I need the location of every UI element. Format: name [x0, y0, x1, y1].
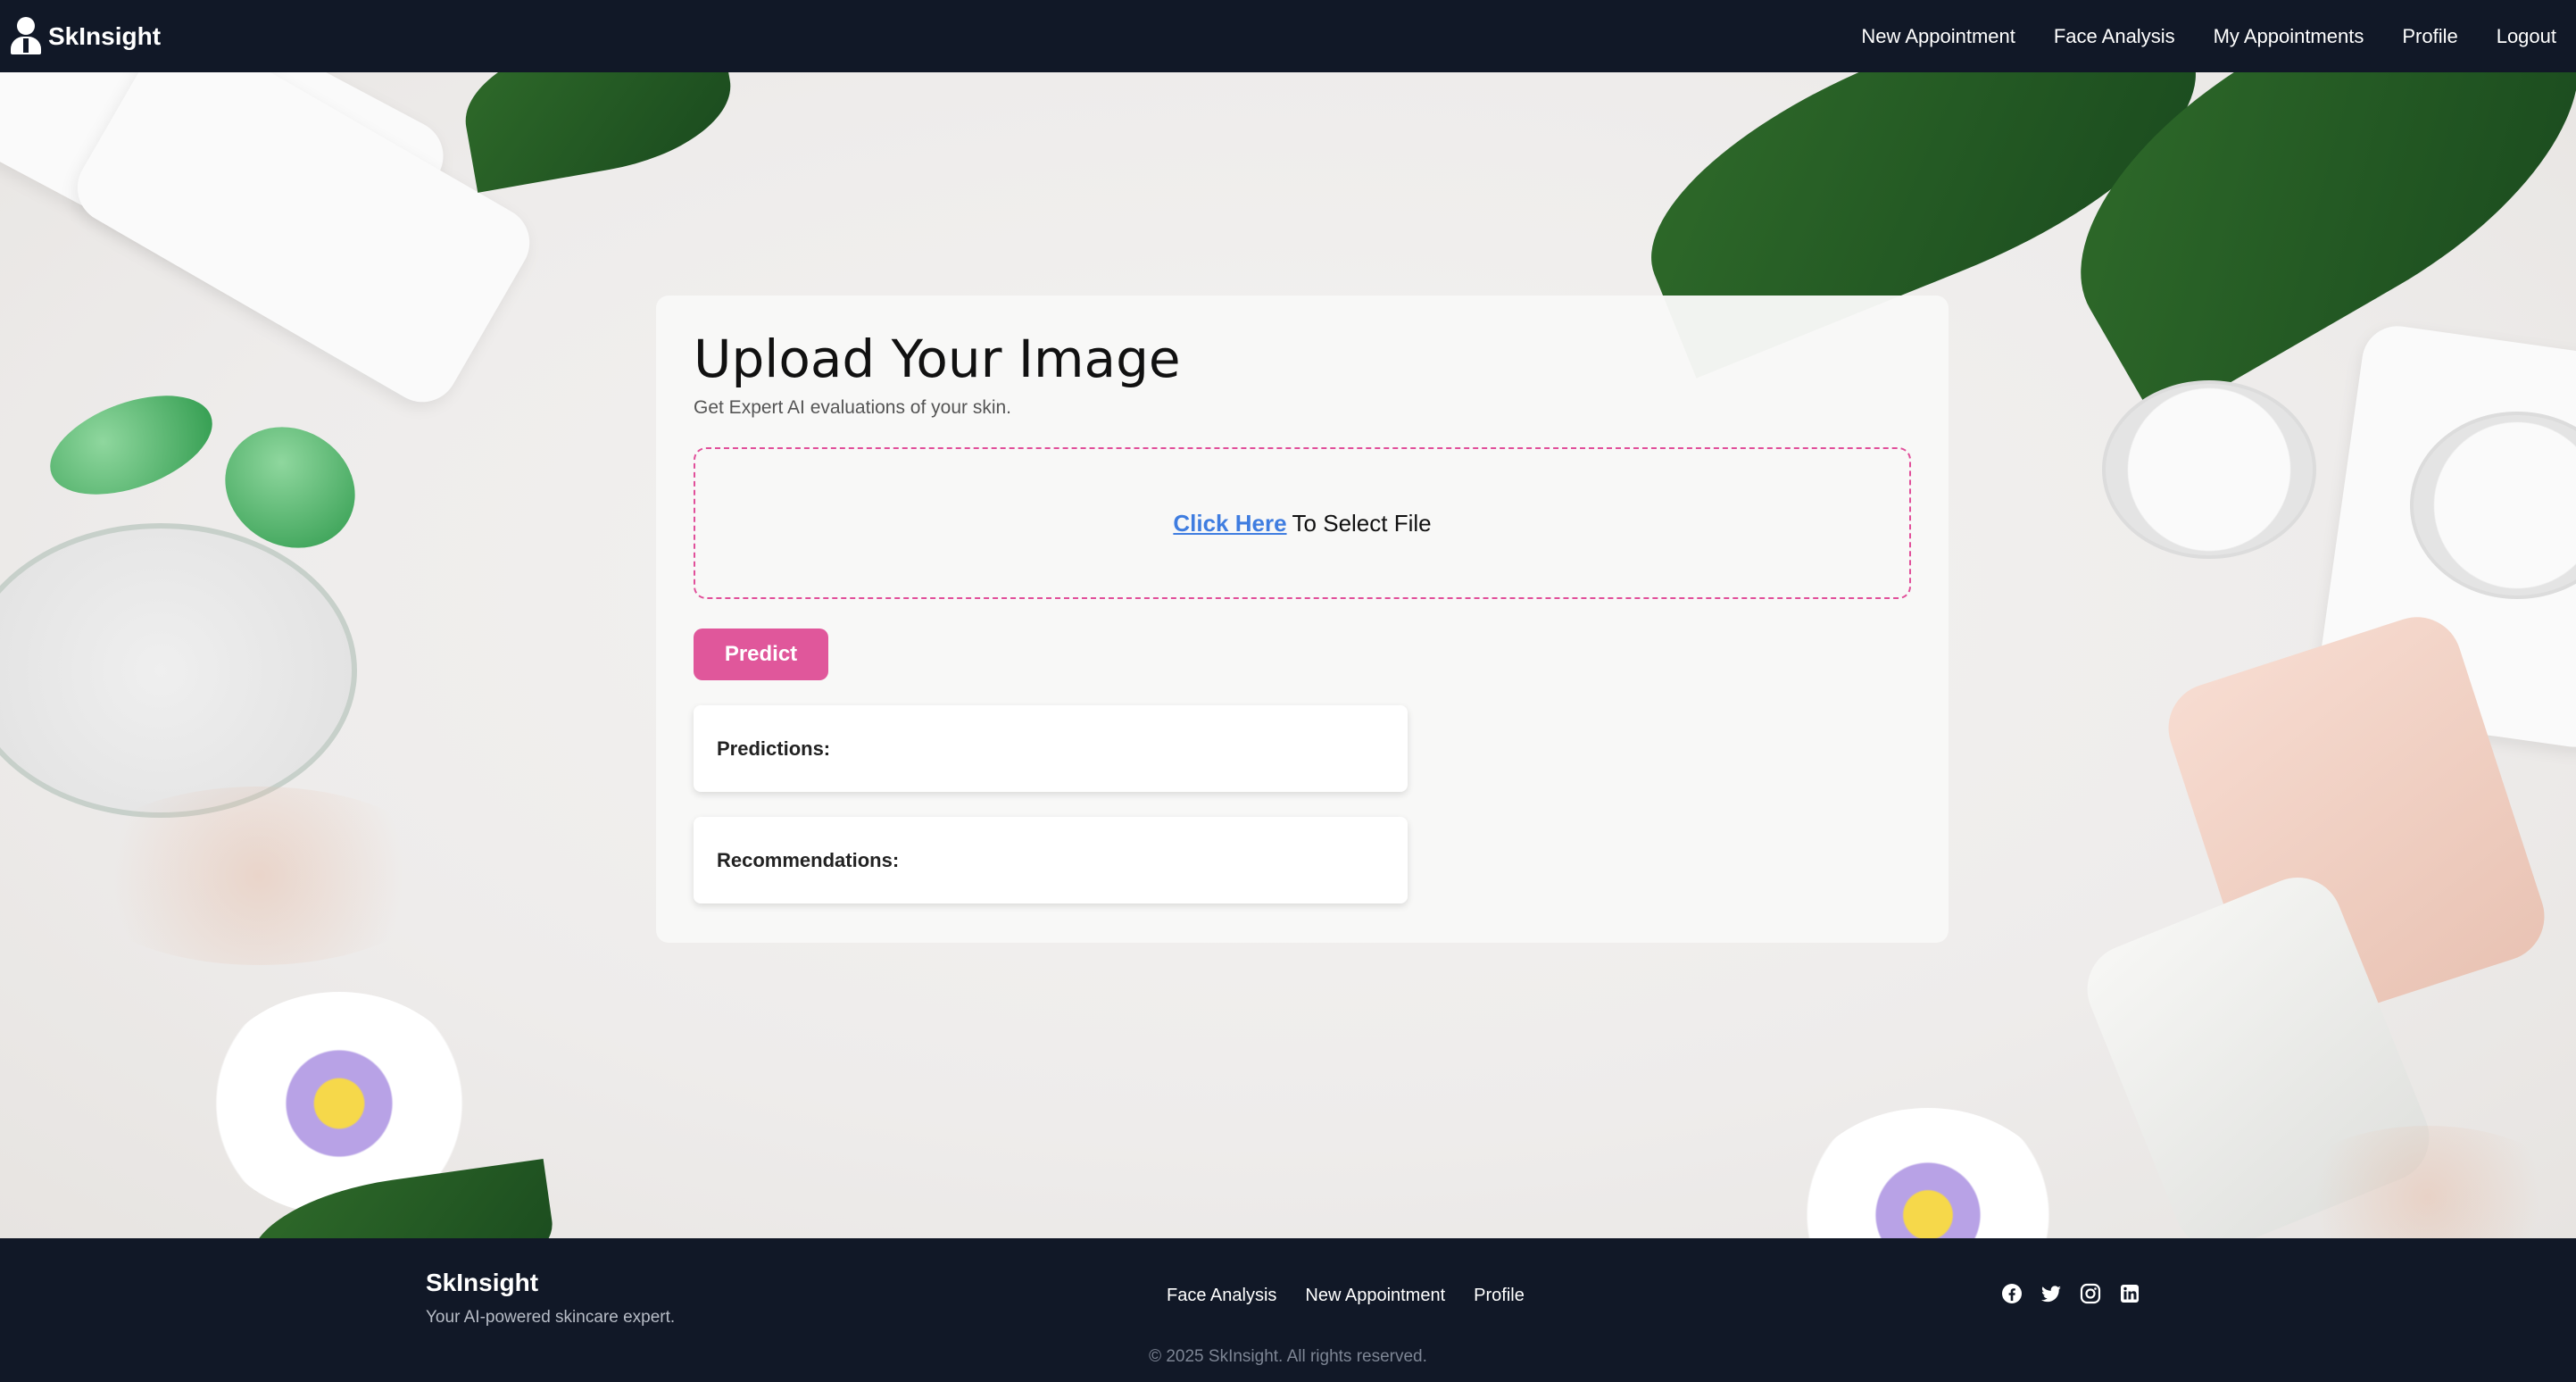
decor-cream-bowl [0, 523, 357, 818]
facebook-icon[interactable] [2001, 1283, 2023, 1304]
footer-tagline: Your AI-powered skincare expert. [426, 1308, 676, 1327]
brand-name: SkInsight [48, 21, 162, 50]
file-dropzone[interactable]: Click Here To Select File [694, 447, 1911, 599]
twitter-icon[interactable] [2040, 1283, 2062, 1304]
predict-button[interactable]: Predict [694, 629, 828, 680]
nav-logout[interactable]: Logout [2497, 25, 2556, 48]
nav-my-appointments[interactable]: My Appointments [2214, 25, 2364, 48]
footer-link-new-appointment[interactable]: New Appointment [1305, 1286, 1445, 1306]
copyright-text: © 2025 SkInsight. All rights reserved. [1149, 1347, 1427, 1366]
footer-links: Face Analysis New Appointment Profile [1167, 1286, 1525, 1306]
decor-leaf [454, 72, 742, 193]
brand-logo[interactable]: SkInsight [9, 16, 162, 56]
page-subtitle: Get Expert AI evaluations of your skin. [694, 397, 1012, 418]
predictions-panel: Predictions: [694, 705, 1408, 792]
decor-candle [2102, 380, 2316, 559]
dropzone-text: To Select File [1292, 509, 1432, 537]
footer: SkInsight Your AI-powered skincare exper… [0, 1238, 2576, 1382]
recommendations-label: Recommendations: [717, 848, 900, 871]
nav-links: New Appointment Face Analysis My Appoint… [1861, 25, 2556, 48]
social-links [2001, 1283, 2140, 1304]
decor-stone [37, 376, 226, 514]
footer-link-face-analysis[interactable]: Face Analysis [1167, 1286, 1276, 1306]
footer-link-profile[interactable]: Profile [1474, 1286, 1525, 1306]
select-file-link[interactable]: Click Here [1173, 510, 1286, 537]
nav-profile[interactable]: Profile [2402, 25, 2457, 48]
predictions-label: Predictions: [717, 737, 831, 760]
linkedin-icon[interactable] [2119, 1283, 2140, 1304]
nav-face-analysis[interactable]: Face Analysis [2054, 25, 2175, 48]
user-doctor-icon [9, 16, 43, 56]
hero-background: Upload Your Image Get Expert AI evaluati… [0, 72, 2576, 1238]
nav-new-appointment[interactable]: New Appointment [1861, 25, 2015, 48]
decor-flower [1794, 1108, 2062, 1238]
decor-salt [71, 787, 446, 965]
upload-card: Upload Your Image Get Expert AI evaluati… [656, 296, 1949, 943]
footer-brand: SkInsight [426, 1269, 539, 1296]
recommendations-panel: Recommendations: [694, 817, 1408, 903]
instagram-icon[interactable] [2080, 1283, 2101, 1304]
top-navbar: SkInsight New Appointment Face Analysis … [0, 0, 2576, 72]
page-title: Upload Your Image [694, 329, 1181, 389]
